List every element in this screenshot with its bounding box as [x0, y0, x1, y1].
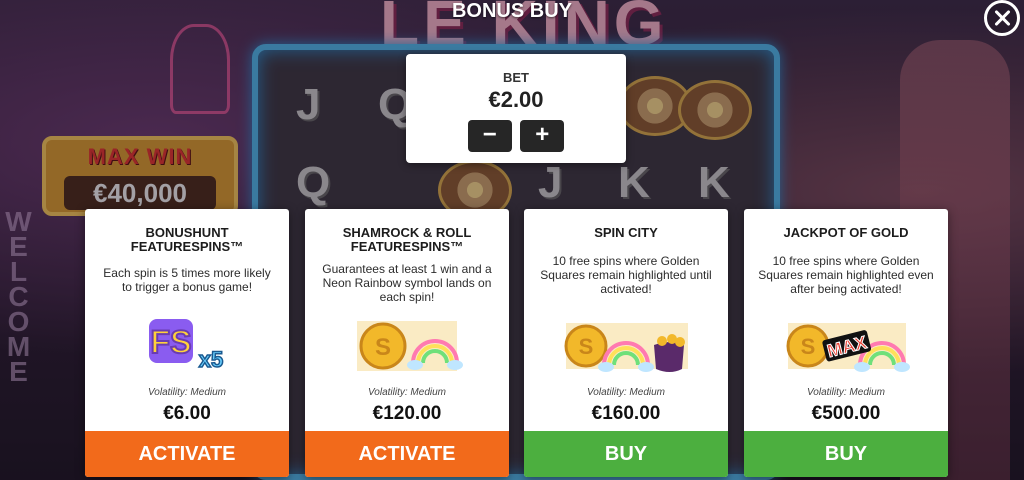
card-title: SHAMROCK & ROLL FEATURESPINS™ [342, 225, 472, 254]
bonus-card-shamrock-roll: SHAMROCK & ROLL FEATURESPINS™ Guarantees… [305, 209, 509, 477]
activate-button[interactable]: ACTIVATE [305, 431, 509, 477]
buy-button[interactable]: BUY [744, 431, 948, 477]
card-title: BONUSHUNT FEATURESPINS™ [130, 225, 244, 254]
fs-art-multiplier: x5 [199, 347, 223, 372]
card-description: Guarantees at least 1 win and a Neon Rai… [322, 262, 492, 304]
card-description: 10 free spins where Golden Squares remai… [540, 254, 712, 296]
card-price: €500.00 [811, 403, 881, 424]
fs-x5-icon: FS x5 [85, 311, 289, 381]
coin-rainbow-pot-icon: S [524, 311, 728, 381]
card-volatility: Volatility: Medium [368, 387, 446, 398]
svg-text:S: S [801, 334, 816, 359]
bet-decrease-button[interactable]: − [467, 120, 512, 152]
bonus-buy-title: BONUS BUY [451, 0, 572, 22]
card-volatility: Volatility: Medium [587, 387, 665, 398]
svg-text:S: S [579, 334, 594, 359]
fs-art-text: FS [151, 324, 192, 360]
coin-max-rainbow-icon: S MAX [744, 311, 948, 381]
bet-label: BET [503, 70, 529, 85]
coin-rainbow-icon: S [305, 311, 509, 381]
card-description: 10 free spins where Golden Squares remai… [758, 254, 934, 296]
bonus-card-spin-city: SPIN CITY 10 free spins where Golden Squ… [524, 209, 728, 477]
buy-button[interactable]: BUY [524, 431, 728, 477]
card-description: Each spin is 5 times more likely to trig… [103, 266, 271, 294]
svg-text:S: S [375, 334, 391, 361]
activate-button[interactable]: ACTIVATE [85, 431, 289, 477]
bet-controls: − + [406, 120, 626, 152]
card-volatility: Volatility: Medium [807, 387, 885, 398]
bonus-card-bonushunt: BONUSHUNT FEATURESPINS™ Each spin is 5 t… [85, 209, 289, 477]
bet-value: €2.00 [488, 87, 544, 112]
card-title: JACKPOT OF GOLD [783, 225, 909, 240]
close-icon[interactable] [984, 0, 1020, 36]
card-price: €6.00 [163, 403, 211, 424]
card-volatility: Volatility: Medium [148, 387, 226, 398]
card-price: €120.00 [372, 403, 442, 424]
bet-panel: BET €2.00 − + [406, 54, 626, 163]
bet-increase-button[interactable]: + [520, 120, 565, 152]
bonus-card-jackpot-of-gold: JACKPOT OF GOLD 10 free spins where Gold… [744, 209, 948, 477]
card-price: €160.00 [591, 403, 661, 424]
card-title: SPIN CITY [594, 225, 658, 240]
